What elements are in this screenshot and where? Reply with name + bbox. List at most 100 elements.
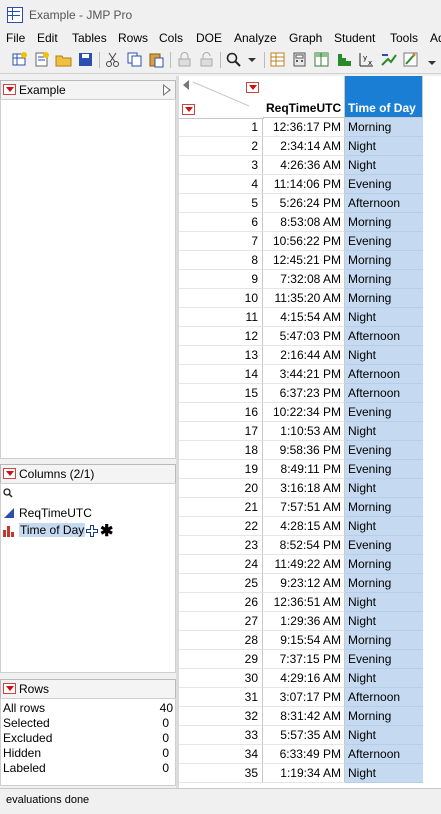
table-row[interactable]: 23 8:52:54 PM Evening [179, 536, 441, 555]
cell-time-of-day[interactable]: Morning [345, 631, 423, 650]
row-number[interactable]: 1 [179, 118, 263, 137]
table-row[interactable]: 34 6:33:49 PM Afternoon [179, 745, 441, 764]
cell-time-of-day[interactable]: Morning [345, 118, 423, 137]
table-row[interactable]: 1 12:36:17 PM Morning [179, 118, 441, 137]
table-row[interactable]: 11 4:15:54 AM Night [179, 308, 441, 327]
cell-reqtimeutc[interactable]: 7:32:08 AM [263, 270, 345, 289]
cell-reqtimeutc[interactable]: 3:16:18 AM [263, 479, 345, 498]
table-row[interactable]: 18 9:58:36 PM Evening [179, 441, 441, 460]
cell-time-of-day[interactable]: Night [345, 593, 423, 612]
cell-reqtimeutc[interactable]: 10:22:34 PM [263, 403, 345, 422]
cell-time-of-day[interactable]: Morning [345, 707, 423, 726]
columns-panel-header[interactable]: Columns (2/1) [0, 464, 176, 484]
cell-time-of-day[interactable]: Morning [345, 555, 423, 574]
table-row[interactable]: 17 1:10:53 AM Night [179, 422, 441, 441]
cell-reqtimeutc[interactable]: 4:29:16 AM [263, 669, 345, 688]
table-row[interactable]: 2 2:34:14 AM Night [179, 137, 441, 156]
cell-time-of-day[interactable]: Evening [345, 441, 423, 460]
cell-reqtimeutc[interactable]: 2:34:14 AM [263, 137, 345, 156]
row-number[interactable]: 30 [179, 669, 263, 688]
column-list-item[interactable]: Time of Day ✱ [3, 523, 173, 540]
cell-time-of-day[interactable]: Evening [345, 460, 423, 479]
copy-icon[interactable] [126, 51, 143, 68]
rows-red-triangle-icon[interactable] [3, 683, 16, 694]
fit-y-by-x-icon[interactable]: yx [358, 51, 375, 68]
cell-reqtimeutc[interactable]: 5:26:24 PM [263, 194, 345, 213]
table-row[interactable]: 32 8:31:42 AM Morning [179, 707, 441, 726]
table-row[interactable]: 15 6:37:23 PM Afternoon [179, 384, 441, 403]
cell-reqtimeutc[interactable]: 12:45:21 PM [263, 251, 345, 270]
grid-corner[interactable] [179, 76, 264, 119]
cell-reqtimeutc[interactable]: 4:28:15 AM [263, 517, 345, 536]
cell-time-of-day[interactable]: Afternoon [345, 688, 423, 707]
row-number[interactable]: 2 [179, 137, 263, 156]
row-number[interactable]: 4 [179, 175, 263, 194]
cell-time-of-day[interactable]: Night [345, 137, 423, 156]
row-number[interactable]: 20 [179, 479, 263, 498]
cell-reqtimeutc[interactable]: 3:07:17 PM [263, 688, 345, 707]
cell-time-of-day[interactable]: Afternoon [345, 194, 423, 213]
row-number[interactable]: 12 [179, 327, 263, 346]
menu-cols[interactable]: Cols [159, 31, 183, 45]
cell-time-of-day[interactable]: Night [345, 612, 423, 631]
table-row[interactable]: 19 8:49:11 PM Evening [179, 460, 441, 479]
row-number[interactable]: 28 [179, 631, 263, 650]
paste-icon[interactable] [148, 51, 165, 68]
cell-time-of-day[interactable]: Night [345, 346, 423, 365]
graph-builder-icon[interactable] [402, 51, 419, 68]
cell-reqtimeutc[interactable]: 11:35:20 AM [263, 289, 345, 308]
cell-reqtimeutc[interactable]: 3:44:21 PM [263, 365, 345, 384]
overflow-icon[interactable] [423, 51, 440, 68]
cell-reqtimeutc[interactable]: 4:26:36 AM [263, 156, 345, 175]
cell-reqtimeutc[interactable]: 8:49:11 PM [263, 460, 345, 479]
cell-time-of-day[interactable]: Night [345, 422, 423, 441]
table-row[interactable]: 30 4:29:16 AM Night [179, 669, 441, 688]
row-number[interactable]: 21 [179, 498, 263, 517]
table-row[interactable]: 26 12:36:51 AM Night [179, 593, 441, 612]
disclosure-icon[interactable] [163, 84, 171, 96]
cut-icon[interactable] [104, 51, 121, 68]
table-row[interactable]: 28 9:15:54 AM Morning [179, 631, 441, 650]
cell-reqtimeutc[interactable]: 8:52:54 PM [263, 536, 345, 555]
cell-reqtimeutc[interactable]: 2:16:44 AM [263, 346, 345, 365]
cell-time-of-day[interactable]: Night [345, 669, 423, 688]
cell-time-of-day[interactable]: Afternoon [345, 365, 423, 384]
columns-red-triangle-icon[interactable] [3, 468, 16, 479]
table-row[interactable]: 35 1:19:34 AM Night [179, 764, 441, 783]
cell-reqtimeutc[interactable]: 5:57:35 AM [263, 726, 345, 745]
table-panel-header[interactable]: Example [0, 80, 176, 100]
cell-reqtimeutc[interactable]: 6:37:23 PM [263, 384, 345, 403]
distribution-icon[interactable] [336, 51, 353, 68]
table-row[interactable]: 5 5:26:24 PM Afternoon [179, 194, 441, 213]
rows-panel-header[interactable]: Rows [0, 679, 176, 699]
row-number[interactable]: 22 [179, 517, 263, 536]
row-number[interactable]: 5 [179, 194, 263, 213]
cell-reqtimeutc[interactable]: 7:37:15 PM [263, 650, 345, 669]
row-number[interactable]: 6 [179, 213, 263, 232]
table-row[interactable]: 14 3:44:21 PM Afternoon [179, 365, 441, 384]
cell-time-of-day[interactable]: Night [345, 156, 423, 175]
search-icon[interactable] [225, 51, 242, 68]
cell-time-of-day[interactable]: Morning [345, 270, 423, 289]
cell-time-of-day[interactable]: Afternoon [345, 327, 423, 346]
table-row[interactable]: 4 11:14:06 PM Evening [179, 175, 441, 194]
cell-reqtimeutc[interactable]: 6:33:49 PM [263, 745, 345, 764]
menu-rows[interactable]: Rows [118, 31, 148, 45]
row-number[interactable]: 8 [179, 251, 263, 270]
save-icon[interactable] [77, 51, 94, 68]
cell-time-of-day[interactable]: Night [345, 764, 423, 783]
row-number[interactable]: 15 [179, 384, 263, 403]
new-data-table-icon[interactable] [11, 51, 28, 68]
cell-reqtimeutc[interactable]: 9:23:12 AM [263, 574, 345, 593]
table-row[interactable]: 20 3:16:18 AM Night [179, 479, 441, 498]
cell-reqtimeutc[interactable]: 9:15:54 AM [263, 631, 345, 650]
cell-time-of-day[interactable]: Morning [345, 289, 423, 308]
cell-time-of-day[interactable]: Morning [345, 574, 423, 593]
table-row[interactable]: 21 7:57:51 AM Morning [179, 498, 441, 517]
row-number[interactable]: 9 [179, 270, 263, 289]
table-row[interactable]: 22 4:28:15 AM Night [179, 517, 441, 536]
table-row[interactable]: 25 9:23:12 AM Morning [179, 574, 441, 593]
row-number[interactable]: 25 [179, 574, 263, 593]
calculator-icon[interactable] [291, 51, 308, 68]
cell-time-of-day[interactable]: Afternoon [345, 384, 423, 403]
